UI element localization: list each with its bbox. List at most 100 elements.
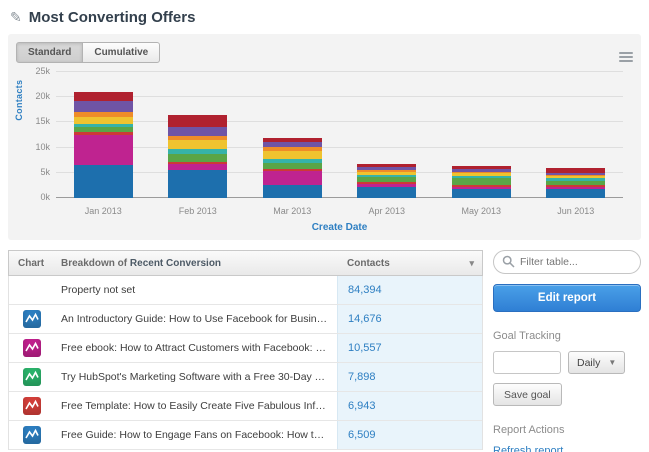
stacked-bar-may-2013[interactable] — [451, 72, 511, 198]
contacts-value: 6,509 — [337, 421, 482, 449]
contacts-value: 10,557 — [337, 334, 482, 362]
offer-label: Try HubSpot's Marketing Software with a … — [61, 371, 337, 383]
stacked-bar-apr-2013[interactable] — [357, 72, 417, 198]
table-row[interactable]: Free ebook: How to Attract Customers wit… — [9, 334, 482, 363]
column-header-contacts[interactable]: Contacts ▾ — [337, 258, 482, 269]
bar-segment-segment-blue[interactable] — [168, 170, 228, 198]
breakdown-dimension-link[interactable]: Recent Conversion — [130, 258, 221, 269]
y-tick-label: 5k — [40, 166, 50, 177]
contacts-value: 7,898 — [337, 363, 482, 391]
offer-label: Property not set — [61, 284, 136, 296]
edit-title-pencil-icon[interactable]: ✎ — [10, 9, 22, 26]
y-tick-label: 0k — [40, 192, 50, 202]
report-actions-label: Report Actions — [493, 424, 565, 436]
bar-segment-segment-crimson[interactable] — [73, 92, 133, 101]
y-axis-label: Contacts — [14, 79, 24, 121]
y-tick-label: 25k — [35, 66, 50, 76]
chart-cell — [9, 363, 61, 391]
bar-segment-segment-green[interactable] — [451, 178, 511, 186]
stacked-bar-jun-2013[interactable] — [546, 72, 606, 198]
bar-slot — [529, 72, 624, 198]
bar-segment-segment-green[interactable] — [168, 153, 228, 162]
stacked-bar-jan-2013[interactable] — [73, 72, 133, 198]
save-goal-button[interactable]: Save goal — [493, 383, 562, 406]
bar-segment-segment-blue[interactable] — [546, 188, 606, 198]
refresh-report-link[interactable]: Refresh report — [493, 445, 641, 452]
y-tick-label: 20k — [35, 91, 50, 102]
bar-segment-segment-yellow[interactable] — [73, 116, 133, 124]
x-tick-label: Jun 2013 — [557, 206, 595, 216]
offer-label: Free ebook: How to Attract Customers wit… — [61, 342, 337, 354]
table-body: Property not set 84,394 An Introductory Gu… — [8, 276, 483, 450]
filter-table-input[interactable] — [493, 250, 641, 274]
goal-frequency-select[interactable]: Daily ▼ — [568, 351, 626, 374]
toggle-standard[interactable]: Standard — [16, 42, 84, 63]
report-header: ✎ Most Converting Offers — [0, 0, 649, 32]
y-tick-label: 10k — [35, 141, 50, 152]
x-axis-label: Create Date — [311, 222, 368, 233]
breakdown-table: Chart Breakdown of Recent Conversion Con… — [8, 250, 483, 452]
stacked-bar-feb-2013[interactable] — [168, 72, 228, 198]
sidebar: Edit report Goal Tracking Daily ▼ Save g… — [493, 250, 641, 452]
sort-caret-icon[interactable]: ▾ — [469, 258, 474, 269]
bar-segment-segment-blue[interactable] — [451, 188, 511, 198]
page-title: Most Converting Offers — [28, 9, 196, 26]
offer-label: Free Template: How to Easily Create Five… — [61, 400, 337, 412]
offer-label: Free Guide: How to Engage Fans on Facebo… — [61, 429, 337, 441]
contacts-header-label: Contacts — [347, 257, 390, 269]
stacked-bar-mar-2013[interactable] — [262, 72, 322, 198]
bar-slot — [340, 72, 435, 198]
table-row[interactable]: Try HubSpot's Marketing Software with a … — [9, 363, 482, 392]
table-header-row: Chart Breakdown of Recent Conversion Con… — [8, 250, 483, 276]
bars-container — [56, 72, 623, 198]
goal-frequency-value: Daily — [577, 356, 601, 369]
bar-segment-segment-purple[interactable] — [73, 100, 133, 113]
bottom-section: Chart Breakdown of Recent Conversion Con… — [8, 250, 641, 452]
breakdown-prefix: Breakdown of — [61, 257, 130, 269]
sparkline-icon — [23, 426, 41, 444]
x-tick-label: Mar 2013 — [273, 206, 312, 216]
column-header-breakdown: Breakdown of Recent Conversion — [61, 258, 337, 269]
x-tick-label: Feb 2013 — [178, 206, 217, 216]
contacts-value: 14,676 — [337, 305, 482, 333]
table-row[interactable]: Property not set 84,394 — [9, 276, 482, 305]
bar-segment-segment-blue[interactable] — [73, 165, 133, 198]
x-tick-label: May 2013 — [461, 206, 502, 216]
toggle-cumulative[interactable]: Cumulative — [82, 42, 161, 63]
bar-segment-segment-blue[interactable] — [357, 186, 417, 198]
contacts-value: 6,943 — [337, 392, 482, 420]
chevron-down-icon: ▼ — [608, 358, 617, 367]
table-row[interactable]: An Introductory Guide: How to Use Facebo… — [9, 305, 482, 334]
goal-row: Daily ▼ — [493, 351, 641, 374]
chart-cell — [9, 276, 61, 304]
filter-table-field — [493, 250, 641, 274]
column-header-chart: Chart — [18, 257, 45, 269]
bar-slot — [151, 72, 246, 198]
bar-segment-segment-magenta[interactable] — [73, 135, 133, 166]
sparkline-icon — [23, 339, 41, 357]
bar-segment-segment-yellow[interactable] — [168, 140, 228, 150]
chart-cell — [9, 334, 61, 362]
offer-label: An Introductory Guide: How to Use Facebo… — [61, 313, 337, 325]
bar-slot — [434, 72, 529, 198]
bar-segment-segment-magenta[interactable] — [262, 171, 322, 186]
x-axis-tick-labels: Jan 2013 Feb 2013 Mar 2013 Apr 2013 May 2013… — [56, 206, 623, 216]
table-row[interactable]: Free Template: How to Easily Create Five… — [9, 392, 482, 421]
sparkline-icon — [23, 397, 41, 415]
chart-panel: Standard Cumulative Contacts 0k 5k 10k 15k 2… — [8, 34, 641, 240]
goal-value-input[interactable] — [493, 351, 561, 374]
bar-segment-segment-purple[interactable] — [168, 127, 228, 136]
bar-segment-segment-yellow[interactable] — [262, 151, 322, 160]
bar-slot — [56, 72, 151, 198]
stacked-bar-chart: 0k 5k 10k 15k 20k 25k — [35, 66, 623, 202]
bar-slot — [245, 72, 340, 198]
chart-menu-icon[interactable] — [619, 50, 633, 64]
chart-cell — [9, 421, 61, 449]
table-row[interactable]: Free Guide: How to Engage Fans on Facebo… — [9, 421, 482, 450]
sparkline-icon — [23, 368, 41, 386]
chart-cell — [9, 392, 61, 420]
bar-segment-segment-crimson[interactable] — [168, 114, 228, 128]
y-tick-label: 15k — [35, 116, 50, 127]
bar-segment-segment-blue[interactable] — [262, 185, 322, 198]
edit-report-button[interactable]: Edit report — [493, 284, 641, 312]
